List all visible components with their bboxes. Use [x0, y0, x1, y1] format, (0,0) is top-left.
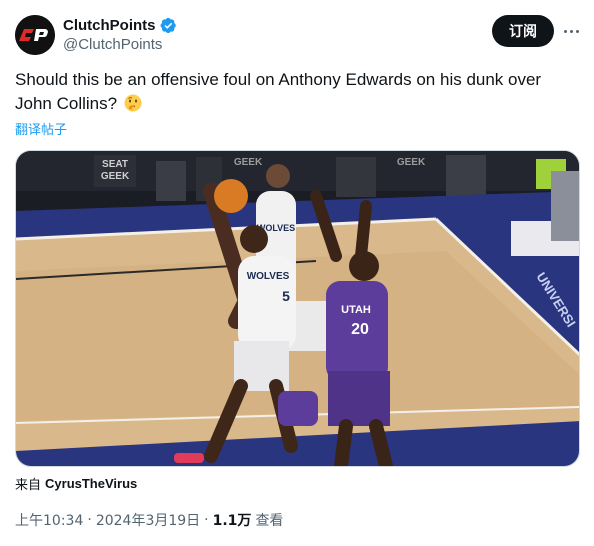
author-name-row: ClutchPoints: [63, 15, 177, 35]
media-attribution: 来自 CyrusTheVirus: [15, 474, 137, 493]
more-horizontal-icon[interactable]: [559, 19, 583, 43]
tweet-text-body: Should this be an offensive foul on Anth…: [15, 70, 542, 113]
meta-separator: ·: [87, 512, 92, 528]
signage-geek-2: GEEK: [234, 157, 263, 168]
verified-badge-icon[interactable]: [160, 17, 177, 34]
meta-separator-2: ·: [204, 512, 209, 528]
tweet-date[interactable]: 2024年3月19日: [96, 510, 200, 530]
tweet-meta: 上午10:34 · 2024年3月19日 · 1.1万 查看: [15, 510, 283, 530]
attribution-prefix: 来自: [15, 478, 42, 493]
signage-seat: SEAT: [102, 159, 128, 170]
signage-geek-3: GEEK: [397, 157, 426, 168]
subscribe-button[interactable]: 订阅: [492, 15, 554, 47]
tweet-card: ClutchPoints @ClutchPoints 订阅 Should thi…: [0, 0, 594, 546]
attribution-user-link[interactable]: CyrusTheVirus: [45, 476, 137, 491]
author-handle[interactable]: @ClutchPoints: [63, 36, 162, 53]
translate-post-link[interactable]: 翻译帖子: [15, 119, 67, 138]
display-name[interactable]: ClutchPoints: [63, 17, 156, 34]
tweet-time[interactable]: 上午10:34: [15, 510, 83, 530]
clutchpoints-logo: [15, 15, 55, 55]
basketball-scene-image: SEAT GEEK GEEK GEEK UNIVERSI WOLVES WOLV…: [16, 151, 579, 466]
signage-geek-1: GEEK: [101, 171, 130, 182]
player-a-jersey-number: 5: [282, 288, 290, 304]
avatar[interactable]: [15, 15, 55, 55]
basketball: [214, 179, 248, 213]
player-c-jersey-team: UTAH: [341, 304, 371, 316]
thinking-face-emoji-icon: [124, 94, 142, 112]
views-count: 1.1万: [212, 513, 252, 529]
views-label: 查看: [255, 513, 284, 529]
player-c-jersey-number: 20: [351, 321, 369, 338]
tweet-text: Should this be an offensive foul on Anth…: [15, 68, 575, 116]
player-a-jersey-team: WOLVES: [247, 271, 290, 282]
media-video-thumbnail[interactable]: SEAT GEEK GEEK GEEK UNIVERSI WOLVES WOLV…: [15, 150, 580, 467]
